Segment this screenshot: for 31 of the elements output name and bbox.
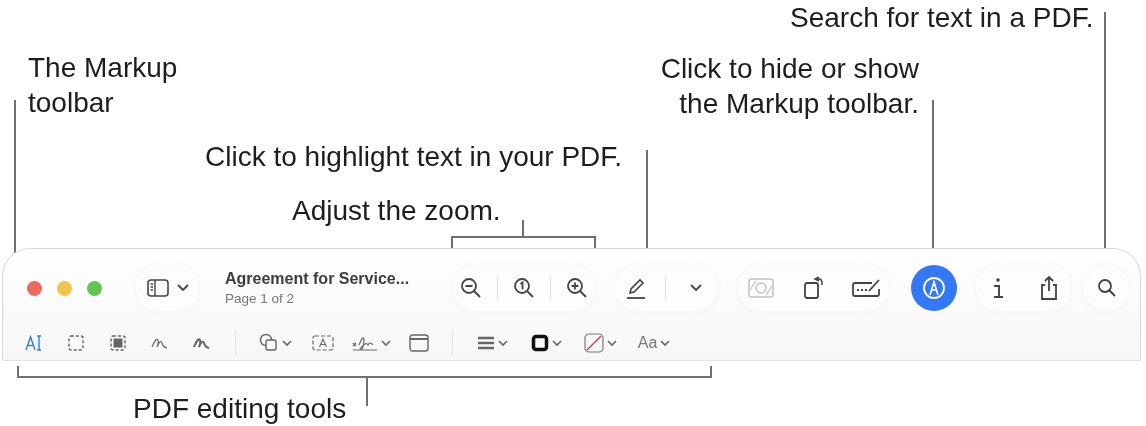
markup-icon [922,276,946,300]
chevron-icon [660,339,671,347]
chevron-icon [380,339,391,347]
callout-text: Search for text in a PDF. [790,1,1094,35]
chevron-icon [606,339,617,347]
filled-square-icon [109,334,127,352]
bold-squiggle-icon [192,335,212,351]
close-button[interactable] [27,280,42,296]
no-fill-icon [583,333,604,353]
markup-toggle-button[interactable] [911,265,957,311]
chevron-icon [176,284,189,292]
square-outline-icon [530,334,549,352]
dashed-square-icon [67,334,85,352]
lines-icon [476,336,495,350]
callout-text: Click to highlight text in your PDF. [205,140,623,174]
callout-text: PDF editing tools [133,392,347,426]
font-tool[interactable]: Aa [631,328,677,358]
note-icon [409,334,429,352]
shapes-icon [258,333,279,353]
callout-text: The Markup toolbar [28,51,179,120]
sidebar-icon [146,279,169,297]
chevron-icon [281,339,292,347]
chevron-icon [551,339,562,347]
callout-text: Click to hide or show the Markup toolbar. [659,52,919,121]
chevron-icon [497,339,508,347]
page-count: Page 1 of 2 [225,291,296,306]
callout-text: Adjust the zoom. [292,194,501,228]
document-title: Agreement for Service... [225,270,411,288]
search-icon [1096,278,1117,298]
text-cursor-icon [25,334,43,352]
text-box-icon [312,335,334,351]
